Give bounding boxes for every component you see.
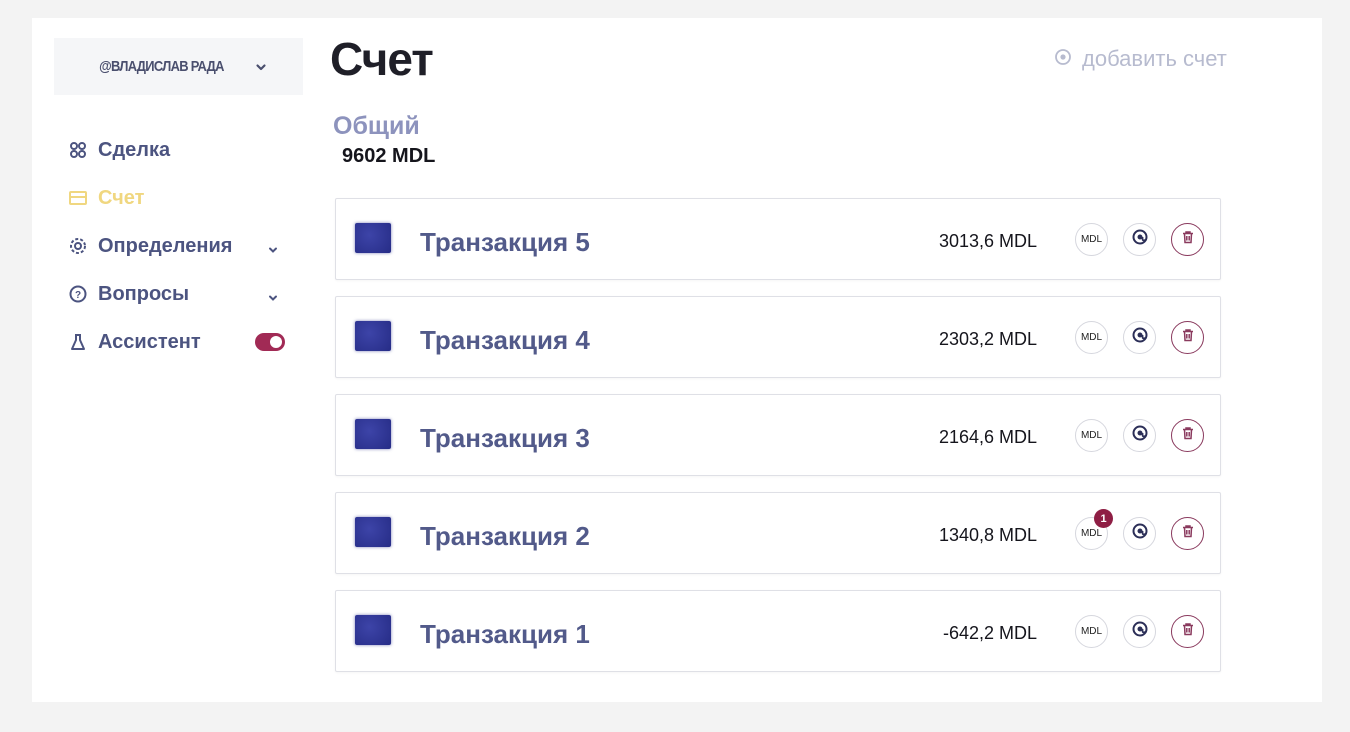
sidebar-item-label: Сделка bbox=[98, 138, 171, 161]
sidebar-item-account[interactable]: Счет bbox=[68, 174, 283, 222]
svg-text:?: ? bbox=[75, 290, 81, 301]
transaction-row[interactable]: Транзакция 2 1340,8 MDL MDL 1 bbox=[335, 492, 1221, 574]
total-label: Общий bbox=[333, 112, 420, 140]
sidebar-item-label: Определения bbox=[98, 234, 233, 257]
plus-circle-icon bbox=[1054, 46, 1072, 72]
at-icon bbox=[1131, 424, 1149, 447]
transaction-row[interactable]: Транзакция 3 2164,6 MDL MDL bbox=[335, 394, 1221, 476]
at-icon bbox=[1131, 228, 1149, 251]
at-button[interactable] bbox=[1123, 419, 1156, 452]
sidebar-item-definitions[interactable]: Определения bbox=[68, 222, 283, 270]
transaction-name: Транзакция 3 bbox=[420, 423, 590, 453]
transaction-row[interactable]: Транзакция 4 2303,2 MDL MDL bbox=[335, 296, 1221, 378]
at-icon bbox=[1131, 620, 1149, 643]
currency-button[interactable]: MDL bbox=[1075, 419, 1108, 452]
trash-icon bbox=[1181, 230, 1195, 249]
transaction-amount: -642,2 MDL bbox=[942, 623, 1037, 643]
add-account-button[interactable]: добавить счет bbox=[1054, 46, 1227, 72]
currency-label: MDL bbox=[1080, 332, 1103, 343]
notification-badge: 1 bbox=[1094, 509, 1113, 528]
at-button[interactable] bbox=[1123, 321, 1156, 354]
at-button[interactable] bbox=[1123, 517, 1156, 550]
user-selector[interactable]: @ВЛАДИСЛАВ РАДА bbox=[54, 38, 303, 95]
chevron-down-icon bbox=[254, 60, 268, 74]
trash-icon bbox=[1181, 524, 1195, 543]
transaction-amount: 1340,8 MDL bbox=[938, 525, 1037, 545]
currency-label: MDL bbox=[1080, 234, 1103, 245]
transaction-amount: 3013,6 MDL bbox=[938, 231, 1037, 251]
delete-button[interactable] bbox=[1171, 321, 1204, 354]
transaction-name: Транзакция 4 bbox=[420, 325, 590, 355]
transaction-name: Транзакция 1 bbox=[420, 619, 590, 649]
transaction-list: Транзакция 5 3013,6 MDL MDL Транзакция 4… bbox=[335, 198, 1221, 688]
currency-label: MDL bbox=[1080, 528, 1103, 539]
trash-icon bbox=[1181, 622, 1195, 641]
sidebar-item-label: Ассистент bbox=[98, 330, 201, 353]
total-value: 9602 MDL bbox=[342, 145, 436, 167]
sidebar-item-assistant[interactable]: Ассистент bbox=[68, 318, 285, 366]
delete-button[interactable] bbox=[1171, 517, 1204, 550]
transaction-amount: 2164,6 MDL bbox=[938, 427, 1037, 447]
at-icon bbox=[1131, 326, 1149, 349]
currency-label: MDL bbox=[1080, 626, 1103, 637]
sidebar-item-deal[interactable]: Сделка bbox=[68, 126, 283, 174]
flask-icon bbox=[68, 332, 88, 352]
delete-button[interactable] bbox=[1171, 419, 1204, 452]
trash-icon bbox=[1181, 426, 1195, 445]
transaction-row[interactable]: Транзакция 5 3013,6 MDL MDL bbox=[335, 198, 1221, 280]
grid-icon bbox=[68, 140, 88, 160]
card-icon bbox=[355, 419, 391, 449]
transaction-row[interactable]: Транзакция 1 -642,2 MDL MDL bbox=[335, 590, 1221, 672]
app-window: @ВЛАДИСЛАВ РАДА Сделка Счет Определения bbox=[32, 18, 1322, 702]
sidebar-item-label: Вопросы bbox=[98, 282, 190, 305]
at-button[interactable] bbox=[1123, 615, 1156, 648]
card-icon bbox=[355, 321, 391, 351]
transaction-name: Транзакция 5 bbox=[420, 227, 590, 257]
currency-button[interactable]: MDL bbox=[1075, 223, 1108, 256]
sidebar-item-questions[interactable]: ? Вопросы bbox=[68, 270, 283, 318]
wallet-icon bbox=[68, 188, 88, 208]
add-account-label: добавить счет bbox=[1082, 46, 1227, 71]
at-button[interactable] bbox=[1123, 223, 1156, 256]
chevron-down-icon bbox=[267, 239, 279, 262]
settings-icon bbox=[68, 236, 88, 256]
transaction-amount: 2303,2 MDL bbox=[938, 329, 1037, 349]
card-icon bbox=[355, 615, 391, 645]
at-icon bbox=[1131, 522, 1149, 545]
user-name: @ВЛАДИСЛАВ РАДА bbox=[99, 58, 224, 75]
trash-icon bbox=[1181, 328, 1195, 347]
transaction-name: Транзакция 2 bbox=[420, 521, 590, 551]
delete-button[interactable] bbox=[1171, 615, 1204, 648]
currency-label: MDL bbox=[1080, 430, 1103, 441]
currency-button[interactable]: MDL bbox=[1075, 615, 1108, 648]
currency-button[interactable]: MDL 1 bbox=[1075, 509, 1113, 550]
assistant-toggle[interactable] bbox=[255, 333, 285, 351]
question-icon: ? bbox=[68, 284, 88, 304]
page-title: Счет bbox=[330, 33, 434, 85]
chevron-down-icon bbox=[267, 287, 279, 310]
card-icon bbox=[355, 223, 391, 253]
card-icon bbox=[355, 517, 391, 547]
sidebar-item-label: Счет bbox=[98, 186, 145, 209]
sidebar-nav: Сделка Счет Определения ? Вопросы Ассист… bbox=[68, 126, 285, 366]
currency-button[interactable]: MDL bbox=[1075, 321, 1108, 354]
delete-button[interactable] bbox=[1171, 223, 1204, 256]
